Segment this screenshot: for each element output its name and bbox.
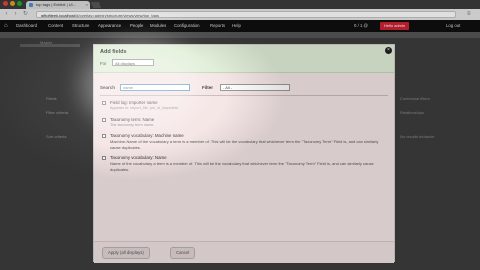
item-subtitle: Appears in: import_file, job_id_importer… — [110, 106, 178, 110]
new-tab-button[interactable] — [90, 2, 102, 8]
dialog-title: Add fields — [100, 49, 127, 55]
window-close-button[interactable] — [3, 1, 8, 6]
toolbar-item-configuration[interactable]: Configuration — [174, 20, 200, 32]
list-item[interactable]: Taxonomy vocabulary: Name Name of the vo… — [102, 155, 386, 175]
bg-label-master: Master — [40, 40, 53, 45]
search-row: Search name Filter - All - — [94, 83, 394, 93]
apply-button[interactable]: Apply (all displays) — [102, 247, 150, 259]
list-item[interactable]: Field log: Importer name Appears in: imp… — [102, 100, 386, 114]
list-item[interactable]: Taxonomy term: Name The taxonomy term na… — [102, 117, 386, 131]
item-description: Name of the vocabulary a term is a membe… — [110, 161, 374, 172]
bg-label-noresults: No results behavior — [400, 134, 435, 139]
browser-menu-icon[interactable]: ≡ — [467, 11, 475, 18]
search-label: Search — [100, 85, 116, 90]
window-minimize-button[interactable] — [10, 1, 15, 6]
favicon-icon — [29, 3, 33, 7]
toolbar-item-structure[interactable]: Structure — [72, 20, 89, 32]
filter-select[interactable]: - All - — [220, 84, 290, 91]
bg-label-sort: Sort criteria — [46, 134, 67, 139]
item-checkbox[interactable] — [102, 118, 106, 122]
toolbar-counter: 0 / 1 @ — [354, 23, 368, 28]
add-fields-dialog: Add fields For All displays × Search nam… — [93, 44, 395, 263]
item-checkbox[interactable] — [102, 156, 106, 160]
tab-title: top tags | Exhibit | Ul... — [36, 2, 76, 7]
toolbar-item-help[interactable]: Help — [232, 20, 241, 32]
item-description: Machine-Name of the vocabulary a term is… — [110, 139, 379, 150]
item-title: Taxonomy vocabulary: Name — [110, 155, 167, 160]
admin-toolbar: ⌂ Dashboard Content Structure Appearance… — [0, 20, 480, 32]
toolbar-item-modules[interactable]: Modules — [150, 20, 166, 32]
dialog-header: Add fields For All displays × — [94, 45, 394, 73]
logout-link[interactable]: Log out — [446, 20, 460, 32]
bg-label-contextual: Contextual filters — [400, 96, 430, 101]
for-label: For — [100, 61, 107, 66]
toolbar-item-dashboard[interactable]: Dashboard — [16, 20, 37, 32]
url-path: /#/overlay=admin/structure/views/view/to… — [75, 13, 159, 18]
url-input[interactable]: giftoftjeek.localhost/#/overlay=admin/st… — [36, 11, 456, 18]
item-subtitle: The taxonomy term name. — [110, 123, 155, 127]
user-greeting-button[interactable]: Hello admin — [380, 22, 410, 30]
back-icon[interactable]: ‹ — [3, 11, 10, 18]
browser-tab-active[interactable]: top tags | Exhibit | Ul... × — [26, 1, 90, 9]
dialog-footer: Apply (all displays) Cancel — [94, 241, 394, 263]
toolbar-item-reports[interactable]: Reports — [210, 20, 225, 32]
toolbar-item-content[interactable]: Content — [48, 20, 63, 32]
toolbar-item-people[interactable]: People — [130, 20, 143, 32]
forward-icon[interactable]: › — [12, 11, 19, 18]
home-icon[interactable]: ⌂ — [4, 23, 10, 29]
filter-label: Filter — [202, 85, 214, 90]
item-title: Field log: Importer name — [110, 100, 158, 105]
url-host: giftoftjeek.localhost — [41, 13, 76, 18]
close-icon[interactable]: × — [385, 47, 392, 54]
item-title: Taxonomy vocabulary: Machine name — [110, 133, 184, 138]
item-checkbox[interactable] — [102, 134, 106, 138]
item-title: Taxonomy term: Name — [110, 117, 155, 122]
search-input[interactable]: name — [120, 84, 190, 91]
window-zoom-button[interactable] — [17, 1, 22, 6]
reload-icon[interactable]: ↻ — [22, 11, 29, 18]
toolbar-item-appearance[interactable]: Appearance — [98, 20, 121, 32]
bg-label-filter: Filter criteria — [46, 110, 69, 115]
list-item[interactable]: Taxonomy vocabulary: Machine name Machin… — [102, 133, 386, 153]
tab-close-icon[interactable]: × — [86, 1, 88, 9]
cancel-button[interactable]: Cancel — [170, 247, 196, 259]
dialog-divider — [100, 95, 388, 96]
item-checkbox[interactable] — [102, 101, 106, 105]
for-select[interactable]: All displays — [112, 59, 154, 66]
browser-tab-strip: top tags | Exhibit | Ul... × — [0, 0, 480, 9]
bg-label-relationships: Relationships — [400, 110, 425, 115]
bg-label-fields: Fields — [46, 96, 57, 101]
